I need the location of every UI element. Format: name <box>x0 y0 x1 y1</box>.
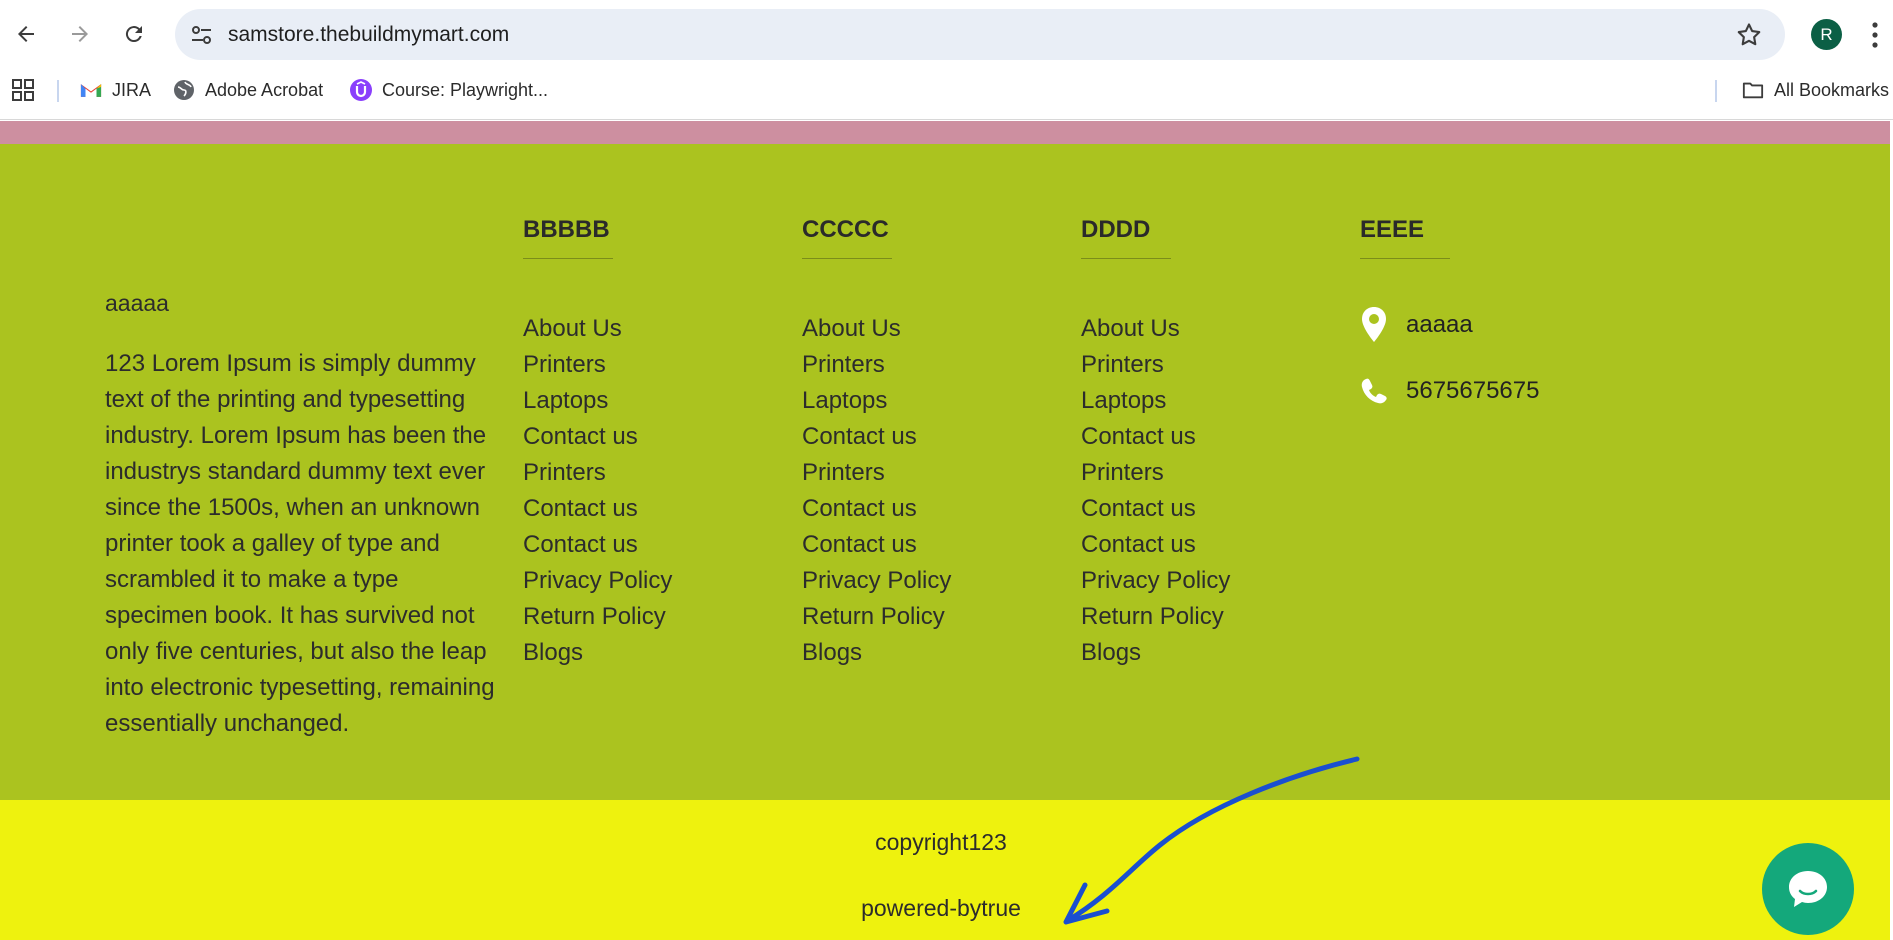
contact-phone-text[interactable]: 5675675675 <box>1406 377 1539 405</box>
contact-address-text: aaaaa <box>1406 311 1473 338</box>
footer-about-title: aaaaa <box>105 290 169 316</box>
footer-column-title: CCCCC <box>802 216 889 243</box>
browser-toolbar: samstore.thebuildmymart.com R <box>0 0 1893 70</box>
footer-link-laptops[interactable]: Laptops <box>1081 383 1230 419</box>
more-menu-icon[interactable] <box>1870 20 1880 50</box>
folder-icon <box>1742 79 1764 101</box>
all-bookmarks-label: All Bookmarks <box>1774 79 1890 100</box>
footer-column-title: BBBBB <box>523 216 610 243</box>
footer-link-contact-us[interactable]: Contact us <box>802 419 951 455</box>
bookmark-star-icon[interactable] <box>1735 21 1763 49</box>
footer-link-privacy-policy[interactable]: Privacy Policy <box>1081 563 1230 599</box>
apps-grid-icon[interactable] <box>11 78 35 102</box>
globe-icon <box>173 79 195 101</box>
gmail-icon <box>80 79 102 101</box>
footer-column-title: DDDD <box>1081 216 1151 243</box>
footer-link-laptops[interactable]: Laptops <box>802 383 951 419</box>
footer-column-bbbbb: BBBBB About Us Printers Laptops Contact … <box>523 216 672 671</box>
udemy-icon <box>350 79 372 101</box>
contact-address: aaaaa <box>1360 306 1473 344</box>
footer-link-contact-us[interactable]: Contact us <box>1081 527 1230 563</box>
reload-button[interactable] <box>114 14 154 54</box>
bookmark-jira[interactable]: JIRA <box>80 76 151 104</box>
profile-avatar[interactable]: R <box>1811 19 1842 50</box>
footer-link-privacy-policy[interactable]: Privacy Policy <box>523 563 672 599</box>
footer-link-contact-us[interactable]: Contact us <box>1081 419 1230 455</box>
footer-link-list: About Us Printers Laptops Contact us Pri… <box>523 311 672 671</box>
address-bar[interactable]: samstore.thebuildmymart.com <box>175 9 1785 60</box>
footer-link-about-us[interactable]: About Us <box>523 311 672 347</box>
footer-column-ccccc: CCCCC About Us Printers Laptops Contact … <box>802 216 951 671</box>
back-button[interactable] <box>6 14 46 54</box>
footer-link-printers[interactable]: Printers <box>1081 347 1230 383</box>
footer-link-return-policy[interactable]: Return Policy <box>802 599 951 635</box>
footer-link-contact-us[interactable]: Contact us <box>523 419 672 455</box>
footer-link-printers[interactable]: Printers <box>1081 455 1230 491</box>
title-underline <box>802 258 892 259</box>
footer-link-blogs[interactable]: Blogs <box>1081 635 1230 671</box>
site-info-icon[interactable] <box>189 22 215 48</box>
powered-by-text: powered-bytrue <box>861 895 1021 921</box>
footer-link-about-us[interactable]: About Us <box>1081 311 1230 347</box>
title-underline <box>523 258 613 259</box>
title-underline <box>1081 258 1171 259</box>
bookmarks-divider <box>57 80 59 102</box>
arrow-right-icon <box>72 26 88 42</box>
footer-link-privacy-policy[interactable]: Privacy Policy <box>802 563 951 599</box>
url-text[interactable]: samstore.thebuildmymart.com <box>228 22 509 48</box>
footer-column-contact: EEEE <box>1360 216 1450 259</box>
reload-icon <box>125 26 142 43</box>
footer-column-title: EEEE <box>1360 216 1425 243</box>
footer-link-contact-us[interactable]: Contact us <box>523 527 672 563</box>
footer-link-printers[interactable]: Printers <box>802 455 951 491</box>
map-pin-icon <box>1362 307 1386 342</box>
footer-link-contact-us[interactable]: Contact us <box>802 527 951 563</box>
bookmark-label: JIRA <box>112 79 152 100</box>
footer-link-printers[interactable]: Printers <box>523 455 672 491</box>
bookmark-course-playwright[interactable]: Course: Playwright... <box>350 76 548 104</box>
footer-link-about-us[interactable]: About Us <box>802 311 951 347</box>
footer-link-printers[interactable]: Printers <box>802 347 951 383</box>
bookmarks-divider <box>1715 80 1717 102</box>
title-underline <box>1360 258 1450 259</box>
footer-link-blogs[interactable]: Blogs <box>802 635 951 671</box>
annotation-arrow <box>1063 756 1360 925</box>
arrow-left-icon <box>18 26 34 42</box>
footer-about-text: 123 Lorem Ipsum is simply dummy text of … <box>105 350 495 737</box>
bookmark-adobe-acrobat[interactable]: Adobe Acrobat <box>173 76 323 104</box>
footer-link-contact-us[interactable]: Contact us <box>523 491 672 527</box>
phone-icon <box>1361 378 1387 404</box>
footer-link-laptops[interactable]: Laptops <box>523 383 672 419</box>
chat-bubble-icon <box>1789 871 1827 907</box>
forward-button[interactable] <box>60 14 100 54</box>
bookmark-label: Adobe Acrobat <box>205 79 324 100</box>
footer-column-dddd: DDDD About Us Printers Laptops Contact u… <box>1081 216 1230 671</box>
footer-link-blogs[interactable]: Blogs <box>523 635 672 671</box>
footer-link-return-policy[interactable]: Return Policy <box>523 599 672 635</box>
footer-link-return-policy[interactable]: Return Policy <box>1081 599 1230 635</box>
footer-link-list: About Us Printers Laptops Contact us Pri… <box>1081 311 1230 671</box>
all-bookmarks-button[interactable]: All Bookmarks <box>1742 76 1889 104</box>
footer-link-list: About Us Printers Laptops Contact us Pri… <box>802 311 951 671</box>
footer-link-contact-us[interactable]: Contact us <box>802 491 951 527</box>
footer-link-contact-us[interactable]: Contact us <box>1081 491 1230 527</box>
bookmark-label: Course: Playwright... <box>382 79 549 100</box>
footer-link-printers[interactable]: Printers <box>523 347 672 383</box>
chat-widget-button[interactable] <box>1762 843 1854 935</box>
copyright-text: copyright123 <box>875 829 1007 855</box>
contact-phone[interactable]: 5675675675 <box>1360 376 1539 406</box>
header-strip <box>0 121 1890 144</box>
